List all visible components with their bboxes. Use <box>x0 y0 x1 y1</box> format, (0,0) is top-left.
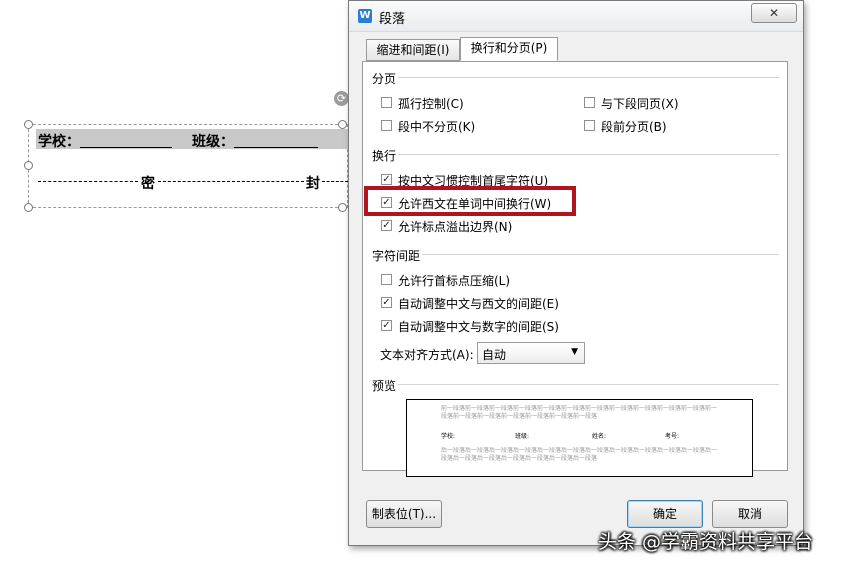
resize-handle[interactable] <box>24 203 33 212</box>
resize-handle[interactable] <box>338 203 347 212</box>
cancel-button[interactable]: 取消 <box>712 500 788 528</box>
text-alignment-select[interactable]: 自动 ▼ <box>477 342 585 364</box>
checkbox-hanging-punctuation[interactable]: ✓ <box>381 220 392 231</box>
preview-pane: 前一段落前一段落前一段落前一段落前一段落前一段落前一段落前一段落前一段落前一段落… <box>406 399 753 477</box>
close-icon: ✕ <box>768 6 780 20</box>
preview-sample-2: 班级: <box>515 433 530 440</box>
checkbox-widow-control[interactable] <box>381 97 392 108</box>
resize-handle[interactable] <box>24 161 33 170</box>
checkbox-page-break-before[interactable] <box>584 120 595 131</box>
preview-sample-3: 姓名: <box>592 433 607 440</box>
section-divider <box>422 254 779 255</box>
preview-prev-paragraph: 前一段落前一段落前一段落前一段落前一段落前一段落前一段落前一段落前一段落前一段落… <box>441 405 721 431</box>
resize-handle[interactable] <box>24 120 33 129</box>
checkbox-label: 自动调整中文与西文的间距(E) <box>398 297 559 311</box>
checkbox-label: 允许行首标点压缩(L) <box>398 274 511 288</box>
class-blank <box>234 147 318 148</box>
tab-line-page-breaks[interactable]: 换行和分页(P) <box>460 37 558 61</box>
checkbox-label: 段前分页(B) <box>601 120 667 134</box>
preview-next-text: 后一段落后一段落后一段落后一段落后一段落后一段落后一段落后一段落后一段落后一段落… <box>441 447 718 462</box>
school-label: 学校： <box>38 134 80 150</box>
school-blank <box>80 147 172 148</box>
section-divider <box>398 154 779 155</box>
select-value: 自动 <box>482 348 507 362</box>
checkbox-label: 孤行控制(C) <box>398 97 464 111</box>
class-label: 班级： <box>192 134 234 150</box>
preview-prev-text: 前一段落前一段落前一段落前一段落前一段落前一段落前一段落前一段落前一段落前一段落… <box>441 405 718 420</box>
preview-sample-1: 学校: <box>441 433 456 440</box>
ok-button[interactable]: 确定 <box>627 500 703 528</box>
chevron-down-icon: ▼ <box>571 347 578 357</box>
checkbox-label: 允许标点溢出边界(N) <box>398 220 513 234</box>
text-alignment-label: 文本对齐方式(A): <box>380 348 474 362</box>
checkbox-auto-space-cjk-latin[interactable]: ✓ <box>381 297 392 308</box>
checkbox-label: 段中不分页(K) <box>398 120 476 134</box>
close-button[interactable]: ✕ <box>751 3 797 23</box>
tab-stops-button[interactable]: 制表位(T)... <box>366 500 442 528</box>
seal-line <box>322 181 348 182</box>
section-divider <box>398 384 779 385</box>
checkbox-cjk-line-break-rules[interactable]: ✓ <box>381 174 392 185</box>
seal-char-feng: 封 <box>306 176 320 192</box>
section-label-line-break: 换行 <box>372 149 397 163</box>
checkbox-auto-space-cjk-digits[interactable]: ✓ <box>381 320 392 331</box>
wps-writer-icon: W <box>358 9 372 23</box>
seal-line <box>38 181 138 182</box>
checkbox-keep-with-next[interactable] <box>584 97 595 108</box>
seal-line <box>158 181 304 182</box>
rotate-handle-icon[interactable]: ⟳ <box>334 91 349 106</box>
dialog-title: 段落 <box>379 12 406 27</box>
section-label-preview: 预览 <box>372 379 397 393</box>
section-divider <box>398 77 779 78</box>
preview-sample-4: 考号: <box>665 433 680 440</box>
resize-handle[interactable] <box>338 120 347 129</box>
seal-char-mi: 密 <box>141 176 155 192</box>
checkbox-keep-lines-together[interactable] <box>381 120 392 131</box>
watermark-text: 头条 @学霸资料共享平台 <box>598 531 814 553</box>
section-label-pagination: 分页 <box>372 72 397 86</box>
checkbox-label: 自动调整中文与数字的间距(S) <box>398 320 559 334</box>
tab-indent-spacing[interactable]: 缩进和间距(I) <box>366 39 460 61</box>
section-label-char-spacing: 字符间距 <box>372 249 421 263</box>
checkbox-compress-leading-punctuation[interactable] <box>381 274 392 285</box>
dialog-titlebar[interactable]: W 段落 ✕ <box>349 1 803 32</box>
checkbox-label: 与下段同页(X) <box>601 97 679 111</box>
red-highlight-box <box>364 186 576 216</box>
preview-next-paragraph: 后一段落后一段落后一段落后一段落后一段落后一段落后一段落后一段落后一段落后一段落… <box>441 447 721 465</box>
